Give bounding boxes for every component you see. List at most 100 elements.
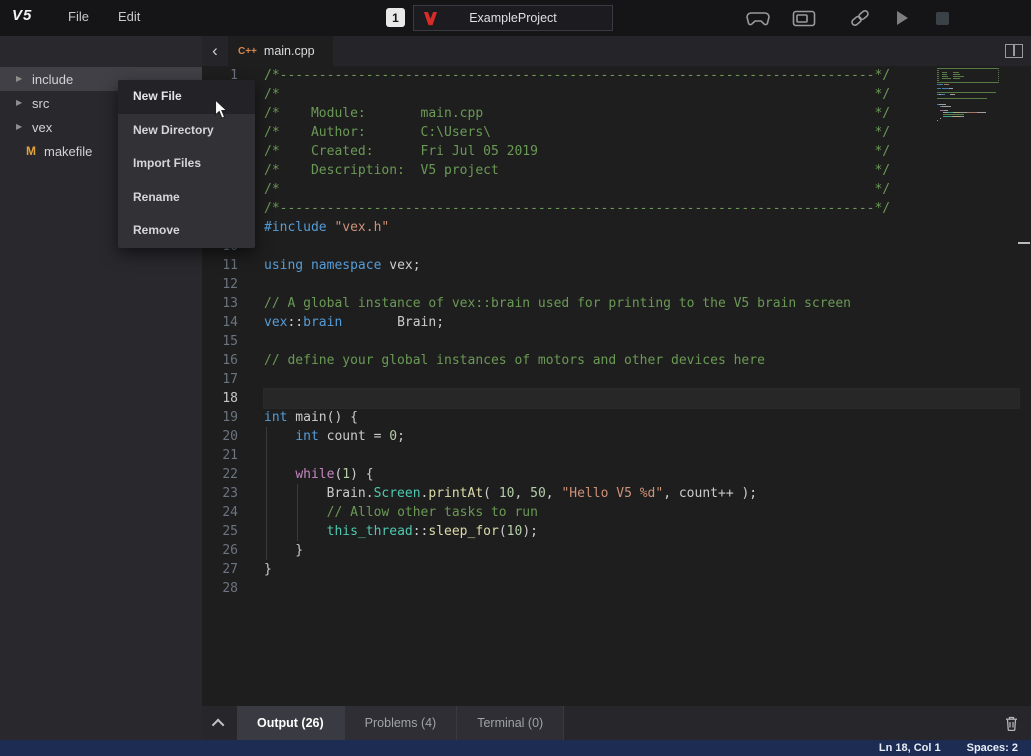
stop-icon	[936, 12, 949, 25]
code-line[interactable]: /* Author: C:\Users\ */	[264, 123, 1019, 142]
line-number: 24	[202, 503, 238, 522]
scrollbar-marker	[1018, 242, 1030, 244]
code-line[interactable]: /*--------------------------------------…	[264, 199, 1019, 218]
chevron-right-icon[interactable]: ▶	[16, 67, 26, 91]
brain-button[interactable]	[790, 6, 818, 30]
code-line[interactable]: Brain.Screen.printAt( 10, 50, "Hello V5 …	[264, 484, 1019, 503]
controller-icon	[746, 10, 770, 26]
line-number: 22	[202, 465, 238, 484]
code-line[interactable]: /* Module: main.cpp */	[264, 104, 1019, 123]
slot-button[interactable]: 1	[386, 8, 405, 27]
editor-tab-bar: ‹ C++ main.cpp	[202, 36, 1031, 66]
line-number: 12	[202, 275, 238, 294]
stop-button[interactable]	[928, 6, 956, 30]
download-cable-icon	[848, 8, 872, 28]
context-menu-item-import-files[interactable]: Import Files	[118, 147, 255, 181]
tab-problems[interactable]: Problems (4)	[345, 706, 458, 740]
line-number: 11	[202, 256, 238, 275]
status-bar: Ln 18, Col 1 Spaces: 2	[0, 740, 1031, 756]
split-editor-button[interactable]	[1005, 44, 1023, 58]
line-number: 19	[202, 408, 238, 427]
collapse-file-tree-button[interactable]: ‹	[202, 36, 228, 66]
code-line[interactable]: while(1) {	[264, 465, 1019, 484]
line-number: 26	[202, 541, 238, 560]
minimap[interactable]	[937, 68, 1015, 124]
folder-label: src	[32, 96, 49, 111]
code-line[interactable]: int count = 0;	[264, 427, 1019, 446]
line-number: 28	[202, 579, 238, 598]
line-number: 14	[202, 313, 238, 332]
editor-scrollbar[interactable]	[1017, 66, 1031, 706]
line-number: 21	[202, 446, 238, 465]
code-line[interactable]: /* Description: V5 project */	[264, 161, 1019, 180]
menu-edit[interactable]: Edit	[118, 9, 140, 24]
line-number: 16	[202, 351, 238, 370]
folder-label: include	[32, 72, 73, 87]
line-number: 25	[202, 522, 238, 541]
code-line[interactable]	[264, 579, 1019, 598]
status-cursor-position[interactable]: Ln 18, Col 1	[879, 742, 941, 754]
code-line[interactable]: /*--------------------------------------…	[264, 66, 1019, 85]
code-line[interactable]	[264, 370, 1019, 389]
code-line[interactable]: }	[264, 560, 1019, 579]
tab-main-cpp[interactable]: C++ main.cpp	[228, 36, 333, 66]
code-line[interactable]: using namespace vex;	[264, 256, 1019, 275]
trash-icon	[1005, 716, 1018, 731]
code-line[interactable]: /* */	[264, 85, 1019, 104]
file-label: makefile	[44, 144, 92, 159]
vexcode-window: V5 File Edit 1 ExampleProject	[0, 0, 1031, 756]
code-line[interactable]: // define your global instances of motor…	[264, 351, 1019, 370]
mouse-cursor-icon	[214, 99, 229, 120]
download-button[interactable]	[846, 6, 874, 30]
code-line[interactable]	[264, 275, 1019, 294]
context-menu-item-new-directory[interactable]: New Directory	[118, 114, 255, 148]
code-line[interactable]: int main() {	[264, 408, 1019, 427]
chevron-right-icon[interactable]: ▶	[16, 115, 26, 139]
run-button[interactable]	[888, 6, 916, 30]
controller-button[interactable]	[744, 6, 772, 30]
panel-collapse-button[interactable]	[202, 706, 237, 740]
menu-file[interactable]: File	[68, 9, 89, 24]
chevron-right-icon[interactable]: ▶	[16, 91, 26, 115]
code-area[interactable]: /*--------------------------------------…	[264, 66, 1019, 598]
code-line[interactable]: // A global instance of vex::brain used …	[264, 294, 1019, 313]
indent-guide	[297, 484, 298, 541]
file-context-menu: New File New Directory Import Files Rena…	[118, 80, 255, 248]
code-editor[interactable]: 1234567891011121314151617181920212223242…	[202, 66, 1031, 706]
chevron-up-icon	[212, 718, 225, 731]
play-icon	[897, 11, 908, 25]
code-line[interactable]: this_thread::sleep_for(10);	[264, 522, 1019, 541]
tab-terminal[interactable]: Terminal (0)	[457, 706, 564, 740]
title-bar: V5 File Edit 1 ExampleProject	[0, 0, 1031, 36]
project-name-box[interactable]: ExampleProject	[413, 5, 613, 31]
context-menu-item-remove[interactable]: Remove	[118, 214, 255, 248]
tab-label: main.cpp	[264, 44, 315, 58]
makefile-icon: M	[26, 144, 38, 158]
clear-output-button[interactable]	[991, 706, 1031, 740]
code-line[interactable]	[264, 446, 1019, 465]
code-line[interactable]	[264, 389, 1019, 408]
folder-label: vex	[32, 120, 52, 135]
vexcode-v5-logo: V5	[12, 7, 32, 24]
code-line[interactable]: /* Created: Fri Jul 05 2019 */	[264, 142, 1019, 161]
code-line[interactable]: // Allow other tasks to run	[264, 503, 1019, 522]
context-menu-item-new-file[interactable]: New File	[118, 80, 255, 114]
status-indent-setting[interactable]: Spaces: 2	[967, 742, 1018, 754]
code-line[interactable]	[264, 332, 1019, 351]
code-line[interactable]	[264, 237, 1019, 256]
context-menu-item-rename[interactable]: Rename	[118, 181, 255, 215]
cpp-file-icon: C++	[238, 46, 257, 57]
code-line[interactable]: /* */	[264, 180, 1019, 199]
line-number: 23	[202, 484, 238, 503]
bottom-panel: Output (26) Problems (4) Terminal (0)	[202, 706, 1031, 740]
line-number: 27	[202, 560, 238, 579]
brain-icon	[792, 10, 816, 27]
indent-guide	[266, 427, 267, 560]
code-line[interactable]: #include "vex.h"	[264, 218, 1019, 237]
code-line[interactable]: vex::brain Brain;	[264, 313, 1019, 332]
tab-output[interactable]: Output (26)	[237, 706, 345, 740]
line-number: 17	[202, 370, 238, 389]
project-name: ExampleProject	[469, 11, 557, 25]
code-line[interactable]: }	[264, 541, 1019, 560]
line-number: 13	[202, 294, 238, 313]
